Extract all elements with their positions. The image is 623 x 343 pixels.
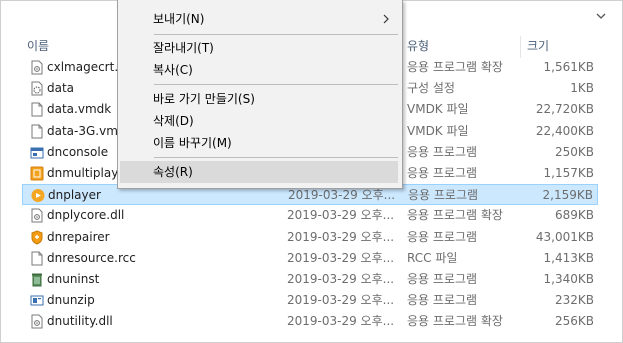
dll-file-icon bbox=[31, 60, 43, 75]
file-name: data bbox=[47, 81, 75, 95]
menu-item-label: 바로 가기 만들기(S) bbox=[153, 92, 255, 106]
file-type: 응용 프로그램 확장 bbox=[407, 314, 503, 328]
dll-file-icon bbox=[31, 208, 43, 223]
file-size: 1,157KB bbox=[543, 166, 594, 180]
file-row[interactable]: dnuninst 2019-03-29 오후... 응용 프로그램 1,340KB bbox=[22, 269, 598, 290]
file-type: 응용 프로그램 bbox=[407, 293, 478, 307]
file-type: 응용 프로그램 bbox=[407, 166, 478, 180]
menu-item-cut[interactable]: 잘라내기(T) bbox=[120, 37, 398, 59]
file-type: 응용 프로그램 bbox=[407, 230, 478, 244]
file-row[interactable]: dnutility.dll 2019-03-29 오후... 응용 프로그램 확장 2… bbox=[22, 311, 598, 332]
file-row[interactable]: dnresource.rcc 2019-03-29 오후... RCC 파일 1,41… bbox=[22, 248, 598, 269]
file-size: 22,720KB bbox=[535, 102, 594, 116]
blank-file-icon bbox=[31, 124, 43, 139]
menu-item-delete[interactable]: 삭제(D) bbox=[120, 110, 398, 132]
file-size: 1KB bbox=[570, 81, 594, 95]
file-type: VMDK 파일 bbox=[407, 124, 469, 138]
file-size: 250KB bbox=[554, 145, 594, 159]
file-type: 응용 프로그램 bbox=[407, 272, 478, 286]
file-name: dnplayer bbox=[48, 188, 101, 202]
menu-item-label: 보내기(N) bbox=[153, 12, 205, 26]
file-name: dnconsole bbox=[47, 145, 109, 159]
file-type: 응용 프로그램 확장 bbox=[407, 60, 503, 74]
menu-item-properties[interactable]: 속성(R) bbox=[120, 161, 398, 183]
menu-item-create-shortcut[interactable]: 바로 가기 만들기(S) bbox=[120, 88, 398, 110]
multiplayer-app-icon bbox=[30, 166, 44, 181]
column-header-size-label: 크기 bbox=[527, 39, 550, 53]
column-header-name-label: 이름 bbox=[27, 39, 50, 53]
blank-file-icon bbox=[31, 102, 43, 117]
menu-item-label: 복사(C) bbox=[153, 63, 193, 77]
file-type: 구성 설정 bbox=[407, 81, 455, 95]
chevron-down-icon[interactable] bbox=[594, 9, 608, 23]
file-size: 232KB bbox=[554, 293, 594, 307]
menu-item-label: 삭제(D) bbox=[153, 114, 194, 128]
file-name: dnresource.rcc bbox=[47, 251, 136, 265]
menu-item-copy[interactable]: 복사(C) bbox=[120, 59, 398, 81]
chevron-right-icon bbox=[383, 14, 389, 24]
file-date: 2019-03-29 오후... bbox=[287, 293, 395, 307]
menu-item-send-to[interactable]: 보내기(N) bbox=[120, 8, 398, 30]
file-size: 1,561KB bbox=[543, 60, 594, 74]
file-type: 응용 프로그램 bbox=[408, 188, 479, 202]
file-size: 2,159KB bbox=[542, 188, 593, 202]
menu-separator bbox=[154, 84, 398, 85]
column-divider[interactable] bbox=[520, 36, 521, 58]
file-name: dnutility.dll bbox=[47, 314, 113, 328]
column-header-type[interactable]: 유형 bbox=[407, 37, 429, 55]
file-size: 256KB bbox=[554, 314, 594, 328]
player-app-icon bbox=[31, 189, 45, 202]
file-name: dnuninst bbox=[47, 272, 100, 286]
file-date: 2019-03-29 오후... bbox=[287, 208, 395, 222]
dll-file-icon bbox=[31, 314, 43, 329]
console-app-icon bbox=[30, 147, 44, 159]
config-file-icon bbox=[31, 81, 43, 96]
file-type: RCC 파일 bbox=[407, 251, 458, 265]
column-header-type-label: 유형 bbox=[407, 39, 430, 53]
file-size: 1,340KB bbox=[543, 272, 594, 286]
context-menu: 보내기(N) 잘라내기(T) 복사(C) 바로 가기 만들기(S) 삭제(D) … bbox=[117, 0, 403, 189]
file-size: 689KB bbox=[554, 208, 594, 222]
file-type: VMDK 파일 bbox=[407, 102, 469, 116]
menu-separator bbox=[154, 157, 398, 158]
column-header-size[interactable]: 크기 bbox=[527, 37, 549, 55]
file-name: dnunzip bbox=[47, 293, 95, 307]
file-size: 1,413KB bbox=[543, 251, 594, 265]
menu-item-label: 잘라내기(T) bbox=[153, 41, 214, 55]
column-header-name[interactable]: 이름 bbox=[27, 37, 49, 55]
file-row[interactable]: dnunzip 2019-03-29 오후... 응용 프로그램 232KB bbox=[22, 290, 598, 311]
menu-item-label: 속성(R) bbox=[153, 165, 193, 179]
file-name: dnrepairer bbox=[47, 230, 110, 244]
file-type: 응용 프로그램 확장 bbox=[407, 208, 503, 222]
unzip-app-icon bbox=[30, 295, 44, 306]
blank-file-icon bbox=[31, 251, 43, 266]
file-row[interactable]: dnrepairer 2019-03-29 오후... 응용 프로그램 43,001K… bbox=[22, 227, 598, 248]
file-row[interactable]: dnplycore.dll 2019-03-29 오후... 응용 프로그램 확장 6… bbox=[22, 205, 598, 226]
file-type: 응용 프로그램 bbox=[407, 145, 478, 159]
uninstall-app-icon bbox=[32, 273, 42, 287]
file-name: dnplycore.dll bbox=[47, 208, 125, 222]
file-date: 2019-03-29 오후... bbox=[287, 251, 395, 265]
menu-item-label: 이름 바꾸기(M) bbox=[153, 136, 232, 150]
file-name: data.vmdk bbox=[47, 102, 112, 116]
file-date: 2019-03-29 오후... bbox=[287, 230, 395, 244]
repair-app-icon bbox=[31, 230, 43, 245]
file-size: 22,400KB bbox=[535, 124, 594, 138]
file-date: 2019-03-29 오후... bbox=[288, 188, 396, 202]
menu-item-rename[interactable]: 이름 바꾸기(M) bbox=[120, 132, 398, 154]
file-size: 43,001KB bbox=[535, 230, 594, 244]
file-date: 2019-03-29 오후... bbox=[287, 314, 395, 328]
file-date: 2019-03-29 오후... bbox=[287, 272, 395, 286]
menu-separator bbox=[154, 34, 398, 35]
